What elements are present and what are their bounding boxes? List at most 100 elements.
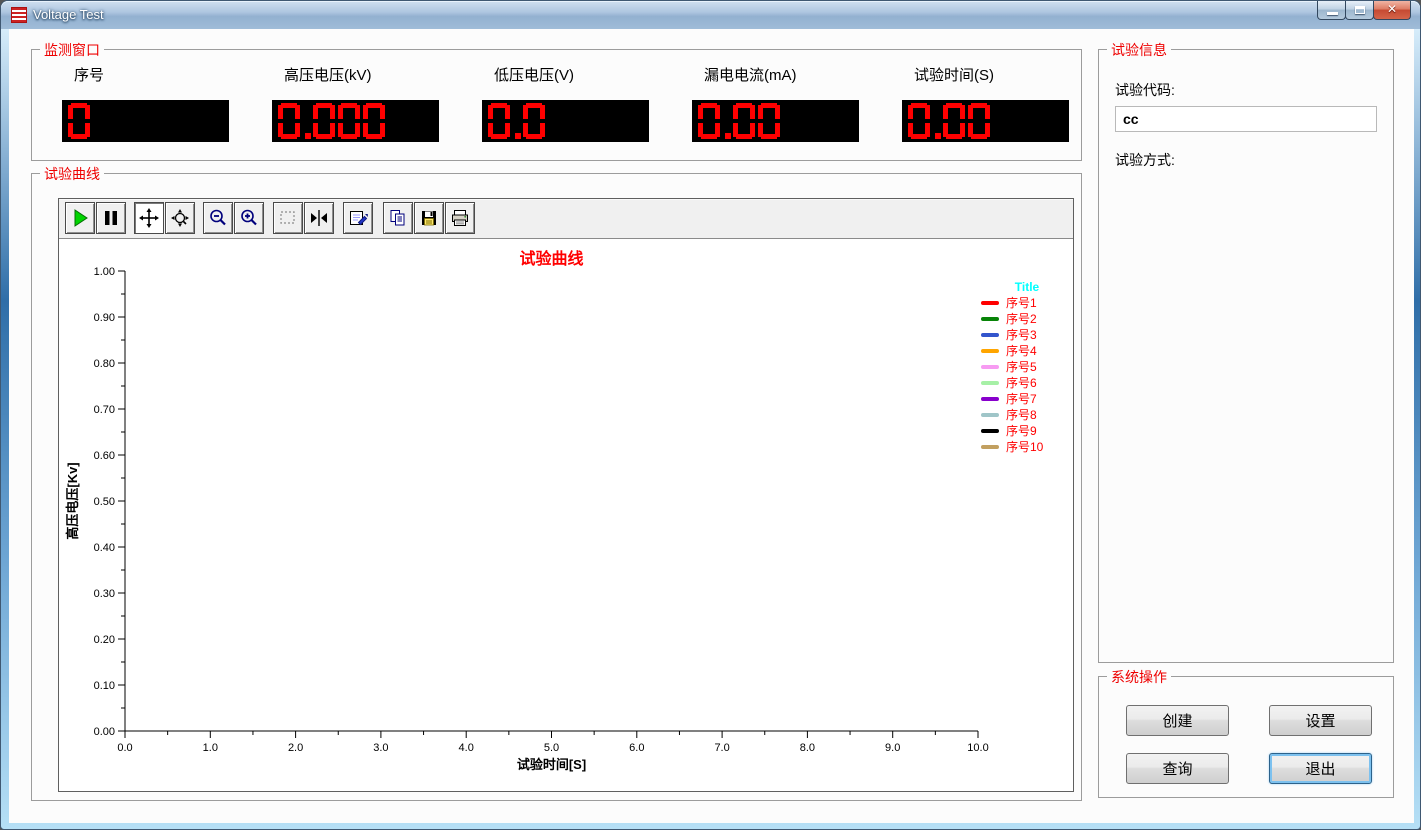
pan-icon [139,208,159,228]
client-area: 监测窗口 序号 高压电压(kV) 低压电压(V) 漏电电流(mA) 试验时间(S… [9,29,1414,823]
legend-item: 序号4 [977,343,1077,359]
zoom-box-button[interactable] [273,202,303,234]
legend-series-label: 序号2 [1006,311,1037,327]
maximize-icon [1355,6,1365,14]
meter-4: 试验时间(S) [902,50,1069,150]
legend-swatch [981,333,999,337]
chart-toolbar [59,199,1073,239]
system-group: 系统操作 创建设置查询退出 [1098,676,1394,798]
copy-button[interactable] [383,202,413,234]
legend-item: 序号7 [977,391,1077,407]
legend-swatch [981,317,999,321]
print-button[interactable] [445,202,475,234]
cursor-track-button[interactable] [304,202,334,234]
legend-series-label: 序号5 [1006,359,1037,375]
legend-title: Title [977,279,1077,295]
chart-legend: Title 序号1 序号2 序号3 序号4 序号5 序号6 序号7 序号8 序号… [977,279,1077,455]
legend-series-label: 序号1 [1006,295,1037,311]
query-button[interactable]: 查询 [1126,753,1229,784]
monitor-group: 监测窗口 序号 高压电压(kV) 低压电压(V) 漏电电流(mA) 试验时间(S… [31,49,1082,161]
play-icon [70,208,90,228]
info-group-title: 试验信息 [1107,40,1171,60]
legend-item: 序号8 [977,407,1077,423]
print-icon [450,208,470,228]
cursor-track-icon [309,208,329,228]
legend-item: 序号3 [977,327,1077,343]
svg-text:6.0: 6.0 [629,742,644,754]
pan-button[interactable] [134,202,164,234]
legend-series-label: 序号10 [1006,439,1043,455]
meter-2: 低压电压(V) [482,50,649,150]
svg-text:1.00: 1.00 [94,266,115,278]
test-code-label: 试验代码: [1115,80,1175,100]
window-controls: ✕ [1317,1,1411,20]
properties-button[interactable] [343,202,373,234]
save-icon [419,208,439,228]
legend-item: 序号6 [977,375,1077,391]
copy-icon [388,208,408,228]
legend-item: 序号5 [977,359,1077,375]
app-icon [11,7,27,23]
legend-swatch [981,445,999,449]
svg-text:3.0: 3.0 [373,742,388,754]
test-code-input[interactable] [1115,106,1377,132]
create-button[interactable]: 创建 [1126,705,1229,736]
legend-item: 序号10 [977,439,1077,455]
svg-text:0.10: 0.10 [94,680,115,692]
legend-series-label: 序号9 [1006,423,1037,439]
svg-text:试验曲线: 试验曲线 [519,249,583,268]
close-button[interactable]: ✕ [1373,1,1411,20]
curve-group-title: 试验曲线 [40,164,104,184]
play-button[interactable] [65,202,95,234]
svg-text:0.50: 0.50 [94,496,115,508]
zoom-dynamic-icon [170,208,190,228]
svg-text:试验时间[S]: 试验时间[S] [517,757,586,772]
svg-text:0.90: 0.90 [94,312,115,324]
svg-text:0.00: 0.00 [94,726,115,738]
legend-item: 序号2 [977,311,1077,327]
meter-label: 漏电电流(mA) [704,64,859,85]
pause-button[interactable] [96,202,126,234]
svg-text:8.0: 8.0 [800,742,815,754]
svg-text:0.0: 0.0 [117,742,132,754]
meter-label: 高压电压(kV) [284,64,439,85]
legend-swatch [981,381,999,385]
properties-icon [348,208,368,228]
pause-icon [101,208,121,228]
svg-text:高压电压[Kv]: 高压电压[Kv] [65,462,80,539]
zoom-out-button[interactable] [203,202,233,234]
zoom-dynamic-button[interactable] [165,202,195,234]
legend-series-label: 序号8 [1006,407,1037,423]
svg-text:2.0: 2.0 [288,742,303,754]
legend-series-label: 序号7 [1006,391,1037,407]
zoom-out-icon [208,208,228,228]
led-display [272,100,439,142]
legend-swatch [981,429,999,433]
minimize-icon [1327,12,1338,15]
legend-series-label: 序号3 [1006,327,1037,343]
legend-swatch [981,301,999,305]
svg-text:0.40: 0.40 [94,542,115,554]
meter-3: 漏电电流(mA) [692,50,859,150]
maximize-button[interactable] [1345,1,1374,20]
led-display [482,100,649,142]
led-display [902,100,1069,142]
settings-button[interactable]: 设置 [1269,705,1372,736]
legend-swatch [981,365,999,369]
minimize-button[interactable] [1317,1,1346,20]
legend-swatch [981,349,999,353]
zoom-in-button[interactable] [234,202,264,234]
close-icon: ✕ [1374,2,1410,16]
meter-label: 低压电压(V) [494,64,649,85]
exit-button[interactable]: 退出 [1269,753,1372,784]
svg-text:0.70: 0.70 [94,404,115,416]
svg-text:5.0: 5.0 [544,742,559,754]
svg-text:9.0: 9.0 [885,742,900,754]
svg-text:0.20: 0.20 [94,634,115,646]
meter-label: 试验时间(S) [914,64,1069,85]
zoom-in-icon [239,208,259,228]
curve-chart[interactable]: 试验曲线1.000.900.800.700.600.500.400.300.20… [59,238,1073,791]
title-bar[interactable]: Voltage Test ✕ [1,1,1420,29]
meter-label: 序号 [74,64,229,85]
save-button[interactable] [414,202,444,234]
